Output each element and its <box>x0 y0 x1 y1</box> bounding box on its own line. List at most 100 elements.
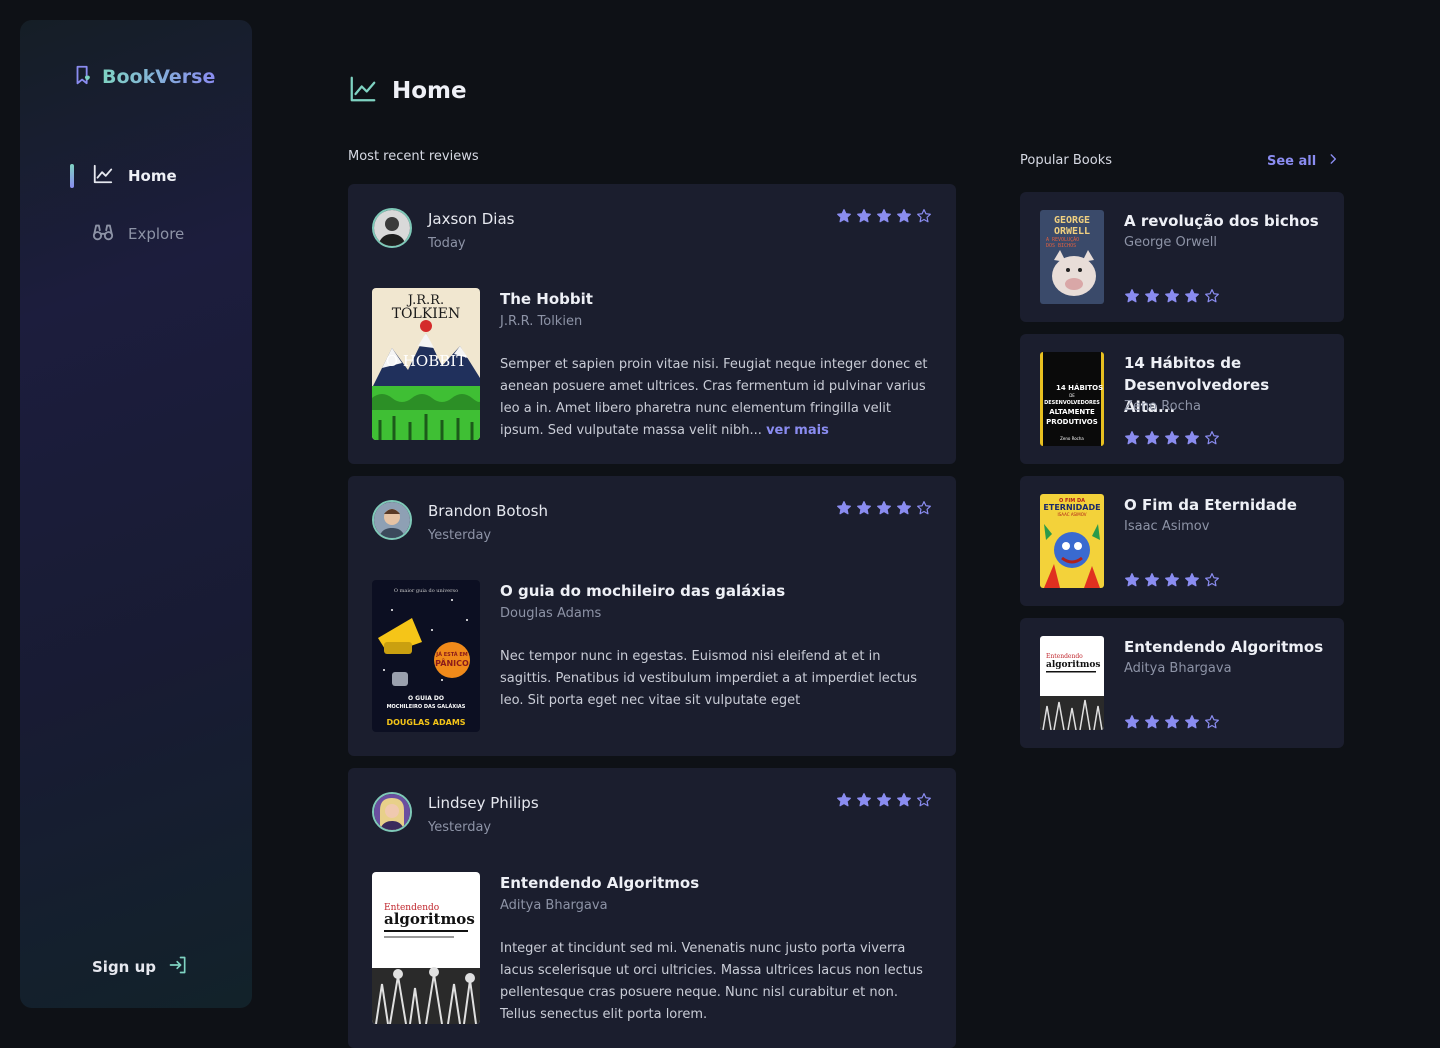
star-filled-icon <box>876 500 892 516</box>
review-card[interactable]: Brandon Botosh Yesterday O maior guia do… <box>348 476 956 756</box>
sign-up-label: Sign up <box>92 958 156 976</box>
app-logo[interactable]: BookVerse <box>72 64 215 90</box>
popular-book-card[interactable]: GEORGE ORWELL A REVOLUÇÃO DOS BICHOS A r… <box>1020 192 1344 322</box>
star-filled-icon <box>1164 572 1180 588</box>
book-cover[interactable]: GEORGE ORWELL A REVOLUÇÃO DOS BICHOS <box>1040 210 1104 304</box>
book-author: Aditya Bhargava <box>500 898 608 913</box>
book-cover[interactable]: Entendendo algoritmos <box>1040 636 1104 730</box>
rating-stars <box>836 500 932 516</box>
book-cover[interactable]: Entendendo algoritmos <box>372 872 480 1024</box>
star-filled-icon <box>876 208 892 224</box>
review-date: Yesterday <box>428 820 492 835</box>
review-text: Integer at tincidunt sed mi. Venenatis n… <box>500 941 923 1022</box>
page-title: Home <box>392 78 467 104</box>
cover-text: DOS BICHOS <box>1046 243 1076 249</box>
cover-text: ALTAMENTE <box>1049 408 1095 416</box>
rating-stars <box>1124 572 1220 588</box>
book-title[interactable]: O guia do mochileiro das galáxias <box>500 582 785 600</box>
book-cover[interactable]: J.R.R. TOLKIEN O HOBBIT <box>372 288 480 440</box>
chart-line-icon <box>92 163 114 189</box>
book-cover[interactable]: O maior guia do universo JÁ ESTÁ EM PÂNI… <box>372 580 480 732</box>
book-cover[interactable]: 14 HÁBITOS DE DESENVOLVEDORES ALTAMENTE … <box>1040 352 1104 446</box>
rating-stars <box>836 792 932 808</box>
star-filled-icon <box>1164 430 1180 446</box>
cover-text: TOLKIEN <box>392 306 461 322</box>
sidebar: BookVerse Home Explore Sign up <box>20 20 252 1008</box>
avatar[interactable] <box>372 208 412 248</box>
star-filled-icon <box>1144 714 1160 730</box>
star-filled-icon <box>1184 572 1200 588</box>
page-header: Home <box>348 74 467 108</box>
rating-stars <box>836 208 932 224</box>
star-filled-icon <box>1124 572 1140 588</box>
star-filled-icon <box>1124 288 1140 304</box>
star-outline-icon <box>1204 572 1220 588</box>
star-filled-icon <box>1184 288 1200 304</box>
sidebar-item-explore[interactable]: Explore <box>70 222 184 246</box>
reviewer-name: Lindsey Philips <box>428 794 539 812</box>
sidebar-item-label: Home <box>128 167 177 185</box>
book-author: George Orwell <box>1124 235 1217 250</box>
book-author: Aditya Bhargava <box>1124 661 1232 676</box>
cover-text: MOCHILEIRO DAS GALÁXIAS <box>387 703 466 710</box>
cover-text: DOUGLAS ADAMS <box>386 718 465 727</box>
cover-text: GEORGE <box>1054 215 1090 226</box>
see-all-label: See all <box>1267 153 1317 169</box>
star-filled-icon <box>1124 430 1140 446</box>
read-more-link[interactable]: ver mais <box>766 423 829 438</box>
star-outline-icon <box>916 792 932 808</box>
avatar[interactable] <box>372 500 412 540</box>
popular-book-card[interactable]: O FIM DA ETERNIDADE ISAAC ASIMOV O Fim d… <box>1020 476 1344 606</box>
avatar[interactable] <box>372 792 412 832</box>
review-text: Semper et sapien proin vitae nisi. Feugi… <box>500 354 932 442</box>
cover-text: PRODUTIVOS <box>1046 418 1098 426</box>
star-filled-icon <box>1184 714 1200 730</box>
star-outline-icon <box>1204 430 1220 446</box>
star-filled-icon <box>896 792 912 808</box>
book-author: Douglas Adams <box>500 606 602 621</box>
star-filled-icon <box>856 208 872 224</box>
review-card[interactable]: Jaxson Dias Today J.R.R. TOLKIEN O HOBBI… <box>348 184 956 464</box>
book-cover[interactable]: O FIM DA ETERNIDADE ISAAC ASIMOV <box>1040 494 1104 588</box>
star-outline-icon <box>916 208 932 224</box>
cover-text: algoritmos <box>384 910 475 928</box>
cover-text: PÂNICO <box>435 657 469 668</box>
see-all-link[interactable]: See all <box>1267 152 1340 170</box>
star-filled-icon <box>876 792 892 808</box>
popular-book-card[interactable]: Entendendo algoritmos Entendendo Algorit… <box>1020 618 1344 748</box>
cover-text: JÁ ESTÁ EM <box>435 651 468 658</box>
sidebar-item-home[interactable]: Home <box>70 164 184 188</box>
book-title[interactable]: O Fim da Eternidade <box>1124 494 1324 516</box>
star-filled-icon <box>1144 288 1160 304</box>
rating-stars <box>1124 430 1220 446</box>
chevron-right-icon <box>1326 152 1340 170</box>
popular-book-card[interactable]: 14 HÁBITOS DE DESENVOLVEDORES ALTAMENTE … <box>1020 334 1344 464</box>
review-body: Semper et sapien proin vitae nisi. Feugi… <box>500 357 928 438</box>
reviewer-name: Jaxson Dias <box>428 210 515 228</box>
review-card[interactable]: Lindsey Philips Yesterday Entendendo alg… <box>348 768 956 1048</box>
sign-in-icon <box>168 955 188 979</box>
reviewer-name: Brandon Botosh <box>428 502 548 520</box>
cover-text: ISAAC ASIMOV <box>1057 512 1086 517</box>
review-text: Nec tempor nunc in egestas. Euismod nisi… <box>500 649 918 708</box>
book-title[interactable]: Entendendo Algoritmos <box>500 874 699 892</box>
star-filled-icon <box>1164 288 1180 304</box>
sidebar-item-label: Explore <box>128 225 185 243</box>
sign-up-button[interactable]: Sign up <box>92 955 188 979</box>
star-outline-icon <box>1204 714 1220 730</box>
book-title[interactable]: A revolução dos bichos <box>1124 210 1324 232</box>
book-title[interactable]: The Hobbit <box>500 290 593 308</box>
cover-text: O GUIA DO <box>408 695 444 702</box>
cover-text: Zeno Rocha <box>1060 436 1084 441</box>
star-filled-icon <box>896 500 912 516</box>
book-author: Isaac Asimov <box>1124 519 1210 534</box>
star-outline-icon <box>916 500 932 516</box>
cover-text: O HOBBIT <box>386 352 466 370</box>
cover-text: ETERNIDADE <box>1043 503 1100 512</box>
book-author: J.R.R. Tolkien <box>500 314 583 329</box>
book-author: Zeno Rocha <box>1124 399 1201 414</box>
rating-stars <box>1124 714 1220 730</box>
sidebar-nav: Home Explore <box>70 164 184 280</box>
star-outline-icon <box>1204 288 1220 304</box>
book-title[interactable]: Entendendo Algoritmos <box>1124 636 1324 658</box>
